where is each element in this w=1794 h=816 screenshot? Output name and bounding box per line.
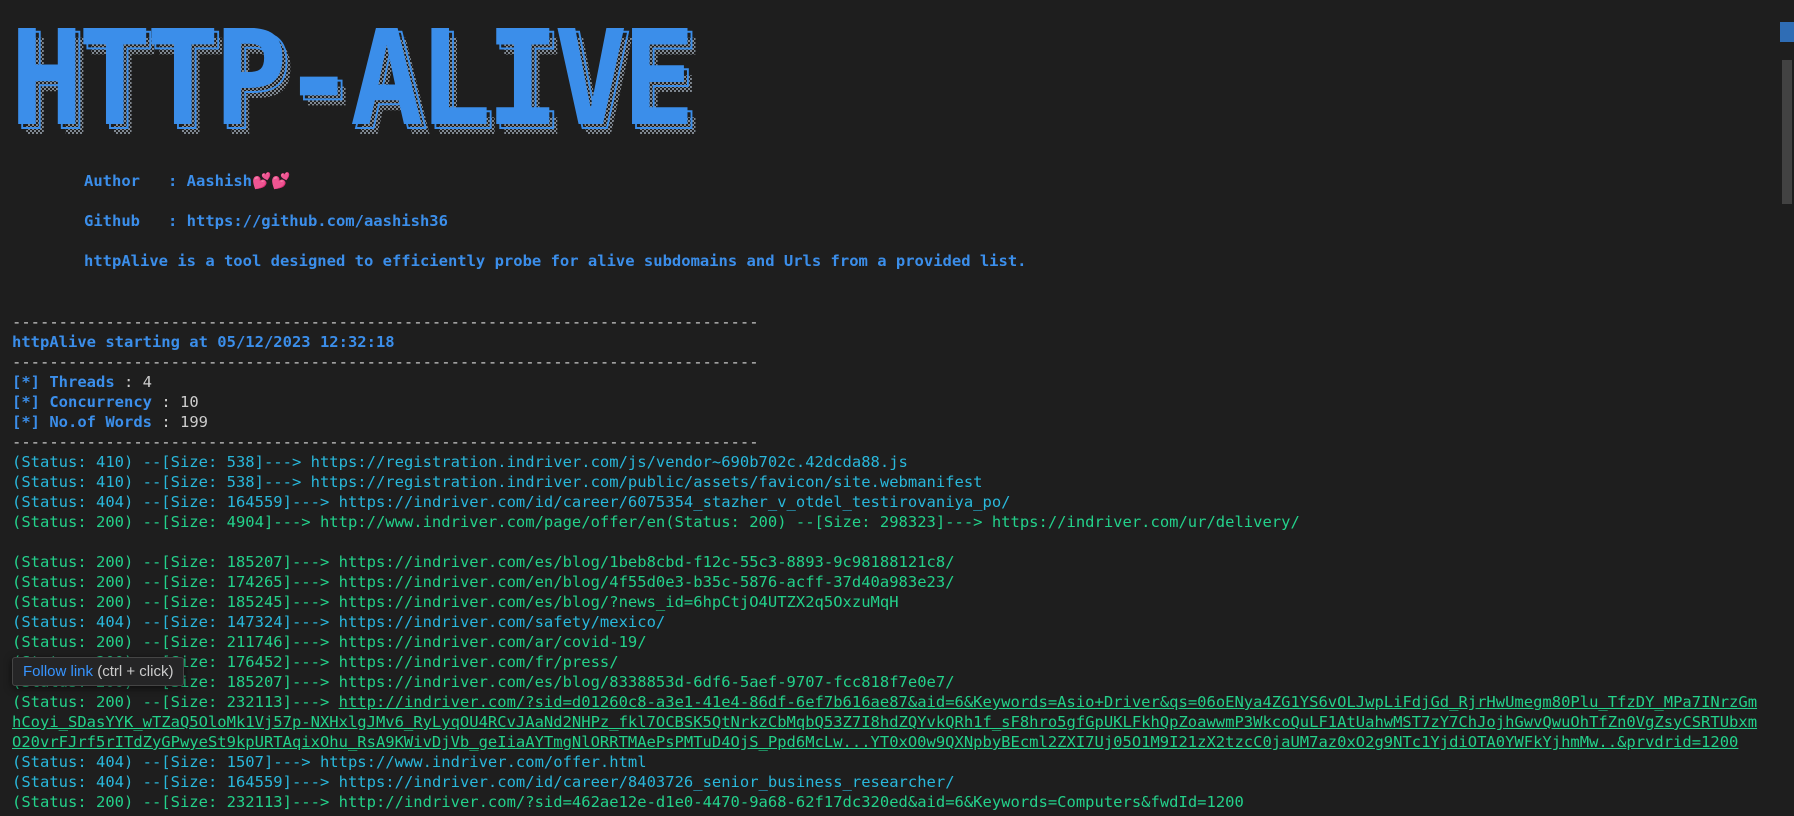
result-url-link[interactable]: https://indriver.com/es/blog/1beb8cbd-f1… [339,553,955,571]
author-value: Aashish💕💕 [186,172,291,190]
result-line: (Status: 200) --[Size: 211746]---> https… [12,632,1764,652]
result-line: (Status: 200) --[Size: 185207]---> https… [12,672,1764,692]
github-link[interactable]: https://github.com/aashish36 [187,212,448,230]
author-line: Author : Aashish💕💕 [84,172,291,190]
separator-line: ----------------------------------------… [12,353,759,371]
result-url-link[interactable]: https://registration.indriver.com/js/ven… [311,453,908,471]
result-prefix: (Status: 404) --[Size: 1507]---> [12,753,320,771]
scrollbar-marker [1780,22,1794,42]
result-prefix: (Status: 200) --[Size: 4904]---> [12,513,320,531]
result-prefix: (Status: 404) --[Size: 164559]---> [12,773,339,791]
result-line: (Status: 410) --[Size: 538]---> https://… [12,452,1764,472]
result-prefix: (Status: 200) --[Size: 232113]---> [12,693,339,711]
result-line: (Status: 200) --[Size: 185207]---> https… [12,552,1764,572]
result-url-link[interactable]: http://indriver.com/?sid=462ae12e-d1e0-4… [339,793,1244,811]
result-url-link[interactable]: https://indriver.com/id/career/6075354_s… [339,493,1011,511]
terminal-output: ----------------------------------------… [12,312,1764,812]
tool-description: httpAlive is a tool designed to efficien… [84,252,1027,270]
result-prefix: (Status: 200) --[Size: 211746]---> [12,633,339,651]
result-line: (Status: 404) --[Size: 147324]---> https… [12,612,1764,632]
result-prefix: (Status: 200) --[Size: 232113]---> [12,793,339,811]
result-prefix: (Status: 200) --[Size: 174265]---> [12,573,339,591]
vertical-scrollbar[interactable] [1780,0,1794,816]
follow-link-hint: (ctrl + click) [93,663,174,680]
scrollbar-thumb[interactable] [1782,60,1792,204]
result-line: (Status: 404) --[Size: 164559]---> https… [12,492,1764,512]
result-url-link[interactable]: https://www.indriver.com/offer.html [320,753,647,771]
result-prefix: (Status: 410) --[Size: 538]---> [12,473,311,491]
param-line: [*] No.of Words : 199 [12,413,208,431]
result-url-link[interactable]: https://indriver.com/safety/mexico/ [339,613,666,631]
param-line: [*] Concurrency : 10 [12,393,199,411]
author-label: Author : [84,172,187,190]
svg-text:HTTP-ALIVE: HTTP-ALIVE [10,28,690,152]
result-line: (Status: 404) --[Size: 164559]---> https… [12,772,1764,792]
result-prefix: (Status: 200) --[Size: 185207]---> [12,553,339,571]
result-url-link[interactable]: https://indriver.com/fr/press/ [339,653,619,671]
result-line: (Status: 200) --[Size: 176452]---> https… [12,652,1764,672]
http-alive-banner-logo: HTTP-ALIVE HTTP-ALIVE HTTP-ALIVE [10,28,704,152]
github-line: Github : https://github.com/aashish36 [84,212,448,230]
separator-line: ----------------------------------------… [12,313,759,331]
result-prefix: (Status: 404) --[Size: 164559]---> [12,493,339,511]
result-url-link[interactable]: https://indriver.com/id/career/8403726_s… [339,773,955,791]
result-line: (Status: 200) --[Size: 174265]---> https… [12,572,1764,592]
result-prefix: (Status: 200) --[Size: 185245]---> [12,593,339,611]
start-timestamp: httpAlive starting at 05/12/2023 12:32:1… [12,333,395,351]
follow-link[interactable]: Follow link [23,663,93,680]
result-line: (Status: 410) --[Size: 538]---> https://… [12,472,1764,492]
result-prefix: (Status: 404) --[Size: 147324]---> [12,613,339,631]
result-url-link[interactable]: https://indriver.com/en/blog/4f55d0e3-b3… [339,573,955,591]
results-list-more: (Status: 404) --[Size: 1507]---> https:/… [12,752,1764,812]
result-url-link[interactable]: https://indriver.com/ar/covid-19/ [339,633,647,651]
result-line: (Status: 404) --[Size: 1507]---> https:/… [12,752,1764,772]
separator-line: ----------------------------------------… [12,433,759,451]
result-url-link[interactable]: https://indriver.com/es/blog/8338853d-6d… [339,673,955,691]
result-url-link[interactable]: https://registration.indriver.com/public… [311,473,983,491]
result-prefix: (Status: 410) --[Size: 538]---> [12,453,311,471]
follow-link-tooltip: Follow link (ctrl + click) [12,657,185,686]
result-line-long: (Status: 200) --[Size: 232113]---> http:… [12,692,1764,752]
result-line: (Status: 200) --[Size: 185245]---> https… [12,592,1764,612]
result-line: (Status: 200) --[Size: 4904]---> http://… [12,512,1764,532]
param-line: [*] Threads : 4 [12,373,152,391]
result-url-link[interactable]: https://indriver.com/es/blog/?news_id=6h… [339,593,899,611]
results-list: (Status: 410) --[Size: 538]---> https://… [12,452,1764,692]
github-label: Github : [84,212,187,230]
result-line: (Status: 200) --[Size: 232113]---> http:… [12,792,1764,812]
result-url-link[interactable]: http://www.indriver.com/page/offer/en(St… [320,513,1300,531]
